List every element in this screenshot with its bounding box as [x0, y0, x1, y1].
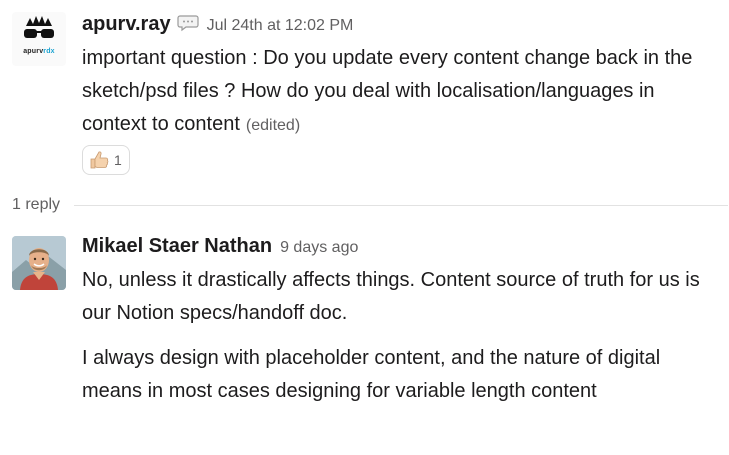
message-timestamp[interactable]: Jul 24th at 12:02 PM	[207, 17, 354, 35]
reaction-count: 1	[114, 152, 122, 168]
reply-count-link[interactable]: 1 reply	[12, 196, 60, 214]
thread-replies-divider: 1 reply	[12, 196, 728, 214]
parent-message-text: important question : Do you update every…	[82, 42, 722, 142]
avatar-brand-text: apurvrdx	[23, 48, 55, 55]
reply-paragraph-2: I always design with placeholder content…	[82, 347, 661, 402]
avatar-mikael-staer-nathan[interactable]	[12, 236, 66, 290]
author-name[interactable]: apurv.ray	[82, 13, 171, 36]
reply-message-header: Mikael Staer Nathan 9 days ago	[82, 235, 358, 258]
avatar-apurv-ray[interactable]: apurvrdx	[12, 12, 66, 66]
message-timestamp[interactable]: 9 days ago	[280, 239, 358, 257]
reply-paragraph-1: No, unless it drastically affects things…	[82, 269, 700, 324]
speech-bubble-icon	[176, 14, 199, 32]
profile-photo-icon	[12, 236, 66, 290]
reaction-thumbs-up[interactable]: 1	[82, 145, 130, 175]
edited-label: (edited)	[245, 117, 301, 134]
message-body: important question : Do you update every…	[82, 47, 693, 135]
apurvrdx-logo-icon	[24, 16, 54, 38]
author-name[interactable]: Mikael Staer Nathan	[82, 235, 272, 258]
thumbs-up-icon	[88, 149, 110, 171]
divider-line	[74, 204, 728, 206]
parent-message-header: apurv.ray Jul 24th at 12:02 PM	[82, 12, 353, 36]
